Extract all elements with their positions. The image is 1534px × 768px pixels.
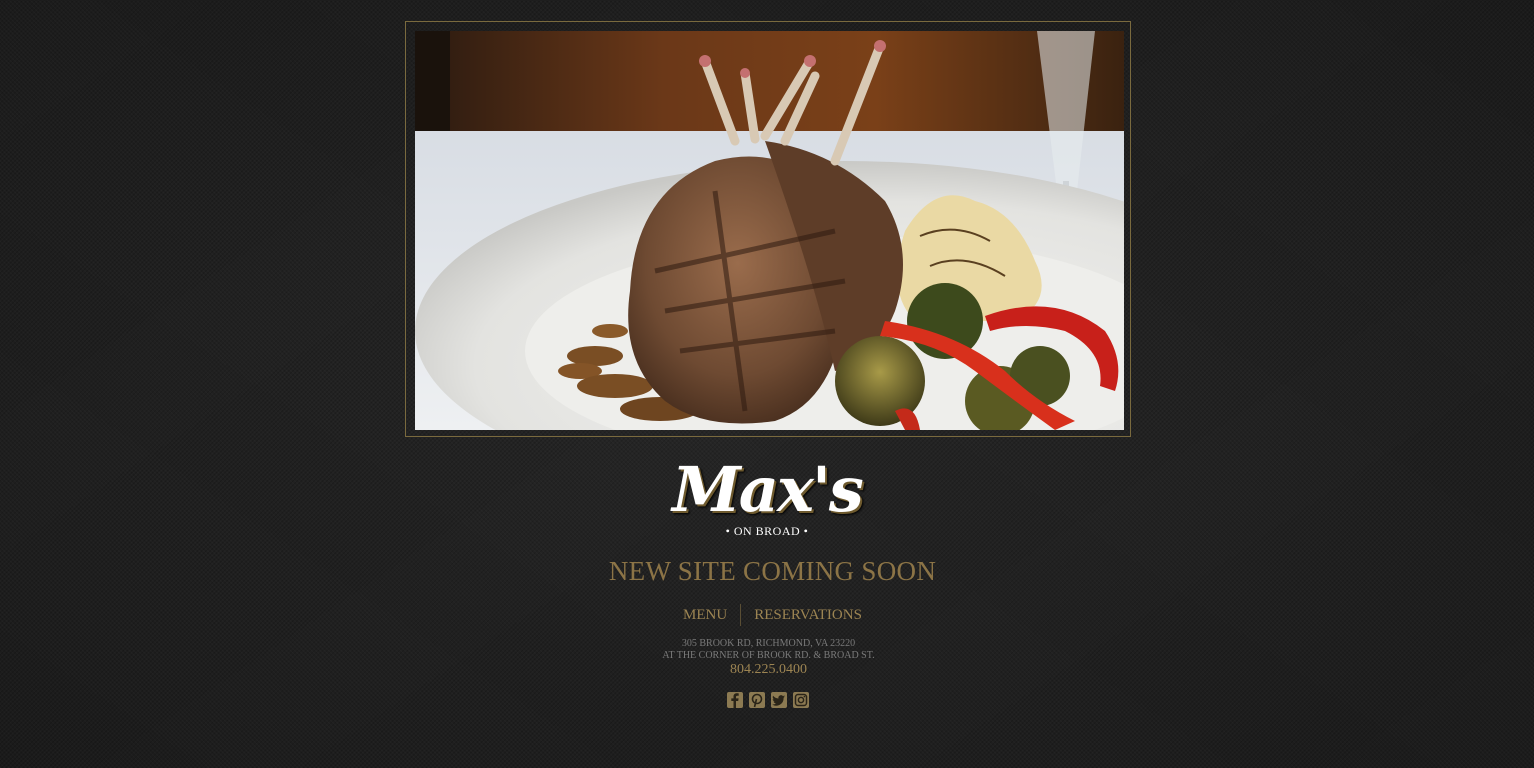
menu-link[interactable]: MENU bbox=[670, 604, 740, 626]
address-line-2: AT THE CORNER OF BROOK RD. & BROAD ST. bbox=[662, 650, 875, 661]
social-links bbox=[727, 692, 809, 708]
lamb-dish-illustration bbox=[415, 31, 1124, 430]
phone-number[interactable]: 804.225.0400 bbox=[0, 662, 1534, 678]
address-block: 305 BROOK RD, RICHMOND, VA 23220 AT THE … bbox=[0, 638, 1534, 662]
maxs-logo[interactable]: Max's • ON BROAD • bbox=[668, 452, 866, 544]
hero-photo bbox=[415, 31, 1124, 430]
logo-wordmark: Max's bbox=[672, 453, 864, 526]
twitter-icon[interactable] bbox=[771, 692, 787, 708]
address-line-1: 305 BROOK RD, RICHMOND, VA 23220 bbox=[681, 638, 856, 649]
facebook-icon[interactable] bbox=[727, 692, 743, 708]
main-nav: MENU RESERVATIONS bbox=[0, 604, 1534, 626]
pinterest-icon[interactable] bbox=[749, 692, 765, 708]
logo-subline: • ON BROAD • bbox=[725, 524, 809, 538]
instagram-icon[interactable] bbox=[793, 692, 809, 708]
hero-photo-frame bbox=[405, 21, 1131, 437]
reservations-link[interactable]: RESERVATIONS bbox=[741, 604, 875, 626]
coming-soon-headline: NEW SITE COMING SOON bbox=[608, 556, 937, 586]
